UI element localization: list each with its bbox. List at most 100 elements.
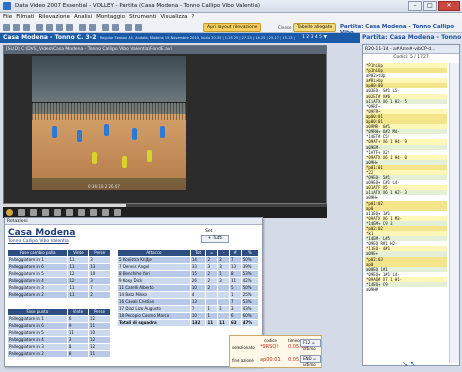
- table-row: Palleggiatore in 1 6 12: [7, 315, 112, 323]
- set-label: Set: [205, 229, 213, 234]
- attack-table: Attacco Tot = - #% 5 Kooistra Krijtje 14 2 2 7 50…: [117, 249, 260, 327]
- codice-label: codice: [264, 338, 277, 343]
- navigation-arrows[interactable]: ↘ ↖: [402, 360, 416, 368]
- match-title: Casa Modena - Tonno C. 3-2: [3, 34, 97, 41]
- edit-icon[interactable]: [56, 24, 63, 31]
- rotations-window: Rotazioni Casa Modena Tonno Callipo Vibo…: [4, 217, 263, 367]
- close-button[interactable]: ✕: [438, 1, 460, 11]
- set-selector[interactable]: + Tutti: [201, 235, 229, 243]
- col-header: Perse: [87, 308, 112, 316]
- film-icon[interactable]: [46, 24, 53, 31]
- window-controls: – □ ✕: [408, 1, 460, 11]
- col-header: Vinte: [66, 308, 89, 316]
- end-action-label: fine azione: [232, 358, 254, 363]
- selected-label: selezionato: [232, 345, 255, 350]
- menu-help[interactable]: ?: [191, 13, 194, 22]
- table-row: Palleggiatore in 2 11 2: [6, 291, 111, 299]
- table-row: Palleggiatore in 5 11 10: [7, 329, 112, 337]
- table-row: 9 Koxy Dick 26 2 3 11 42%: [117, 277, 260, 285]
- f12-last-button[interactable]: F12 = ultimo: [300, 339, 321, 351]
- code-list-item[interactable]: a09H#: [365, 287, 447, 292]
- code-count: Codici: 5 / 1727: [393, 55, 429, 60]
- table-row: 17 Diaz Lizo Augusto 7 1 1 3 43%: [117, 305, 260, 313]
- menu-strumenti[interactable]: Strumenti: [129, 13, 156, 22]
- forward-icon[interactable]: [54, 209, 61, 216]
- stop-icon[interactable]: [18, 209, 25, 216]
- player: [104, 124, 109, 136]
- table-row: 7 Dennis Angel 33 3 3 13 39%: [117, 263, 260, 271]
- table-row: Palleggiatore in 1 11 3: [6, 256, 111, 264]
- scrollbar[interactable]: [449, 63, 459, 363]
- end-last-button[interactable]: END = ultimo: [300, 355, 321, 367]
- menu-rilevazione[interactable]: Rilevazione: [38, 13, 70, 22]
- table-row: 14 Batz Mikko 4 1 25%: [117, 291, 260, 299]
- delete-icon[interactable]: [66, 24, 73, 31]
- player: [160, 126, 165, 138]
- table-row: 11 Carelli Alberto 10 2 5 50%: [117, 284, 260, 292]
- table-row: Palleggiatore in 3 8 12: [7, 343, 112, 351]
- new-icon[interactable]: [3, 24, 10, 31]
- col-header: Vinte: [67, 249, 90, 257]
- app-icon: [3, 2, 11, 10]
- match-info: Regular Season A1, Andata, Modena 19-Nov…: [100, 36, 295, 40]
- sideout-table: Fase cambio palla Vinte Perse Palleggiator…: [6, 249, 111, 299]
- col-header: =: [205, 249, 219, 257]
- menu-montaggio[interactable]: Montaggio: [96, 13, 125, 22]
- snapshot-icon[interactable]: [102, 209, 109, 216]
- col-header: Attacco: [117, 249, 191, 257]
- window-title: Data Video 2007 Essential - VOLLEY - Par…: [15, 3, 261, 9]
- player: [52, 126, 57, 138]
- code-list-panel: R20-11-14 - a#Arre#-vibCP-d... Codici: 5…: [362, 44, 460, 366]
- open-icon[interactable]: [13, 24, 20, 31]
- video-window: [SLID] C:\DVS_Video\Casa Modena - Tonno …: [3, 45, 327, 213]
- fast-forward-icon[interactable]: [66, 209, 73, 216]
- rewind-icon[interactable]: [30, 209, 37, 216]
- toolbar: Apri layout rilevazione Cinese ✔ Tabelle…: [0, 22, 462, 36]
- frame-icon[interactable]: [78, 209, 85, 216]
- loop-icon[interactable]: [90, 209, 97, 216]
- fullscreen-icon[interactable]: [114, 209, 121, 216]
- menu-analisi[interactable]: Analisi: [74, 13, 92, 22]
- grid-icon[interactable]: [89, 24, 96, 31]
- video-icon[interactable]: [125, 24, 132, 31]
- code-list-header: R20-11-14 - a#Arre#-vibCP-d...: [363, 45, 459, 54]
- settings-icon[interactable]: [135, 24, 142, 31]
- player: [77, 130, 82, 142]
- col-header: Fase cambio palla: [6, 249, 69, 257]
- menu-visualizza[interactable]: Visualizza: [160, 13, 187, 22]
- save-icon[interactable]: [23, 24, 30, 31]
- table-row: Palleggiatore in 3 11 7: [6, 284, 111, 292]
- back-icon[interactable]: [42, 209, 49, 216]
- video-frame[interactable]: [32, 56, 186, 190]
- table-row: Palleggiatore in 6 11 13: [6, 263, 111, 271]
- code-list[interactable]: *P1hiUp *p1hiUp aP02>tUp a#Bi>Up ap00:00 a03E…: [365, 63, 447, 363]
- col-header: Tot: [189, 249, 207, 257]
- menu-bar: File Filmati Rilevazione Analisi Montagg…: [0, 13, 462, 22]
- camera-icon[interactable]: [36, 24, 43, 31]
- menu-file[interactable]: File: [3, 13, 12, 22]
- player: [92, 152, 97, 164]
- menu-filmati[interactable]: Filmati: [16, 13, 34, 22]
- title-bar: Data Video 2007 Essential - VOLLEY - Par…: [0, 0, 462, 13]
- open-layout-button[interactable]: Apri layout rilevazione: [203, 23, 262, 32]
- video-path: [SLID] C:\DVS_Video\Casa Modena - Tonno …: [4, 46, 326, 54]
- team-name[interactable]: Casa Modena: [8, 228, 75, 238]
- match-bar: Casa Modena - Tonno C. 3-2 Regular Seaso…: [0, 33, 360, 43]
- col-header: Fase punto: [7, 308, 68, 316]
- table-row: 18 Pecopio Cosmo Marco 10 1 6 60%: [117, 312, 260, 320]
- table-row: 8 Benchiho Yuri 15 2 1 8 53%: [117, 270, 260, 278]
- chart-icon[interactable]: [112, 24, 119, 31]
- list-icon[interactable]: [102, 24, 109, 31]
- play-icon[interactable]: [6, 209, 13, 216]
- table-row: Palleggiatore in 2 8 11: [7, 350, 112, 358]
- table-row: 16 Cavali Cristian 13 7 53%: [117, 298, 260, 306]
- end-code: ap00:01: [260, 357, 281, 363]
- calendar-icon[interactable]: [79, 24, 86, 31]
- table-row: Palleggiatore in 4 12 3: [6, 277, 111, 285]
- maximize-button[interactable]: □: [423, 1, 437, 11]
- minimize-button[interactable]: –: [408, 1, 422, 11]
- attached-tables-button[interactable]: Tabelle allegate: [293, 23, 337, 32]
- col-header: -: [217, 249, 230, 257]
- opponent-team[interactable]: Tonno Callipo Vibo Valentia: [8, 239, 69, 244]
- set-shortcuts[interactable]: 1 2 3 4 5 ▼: [302, 33, 327, 43]
